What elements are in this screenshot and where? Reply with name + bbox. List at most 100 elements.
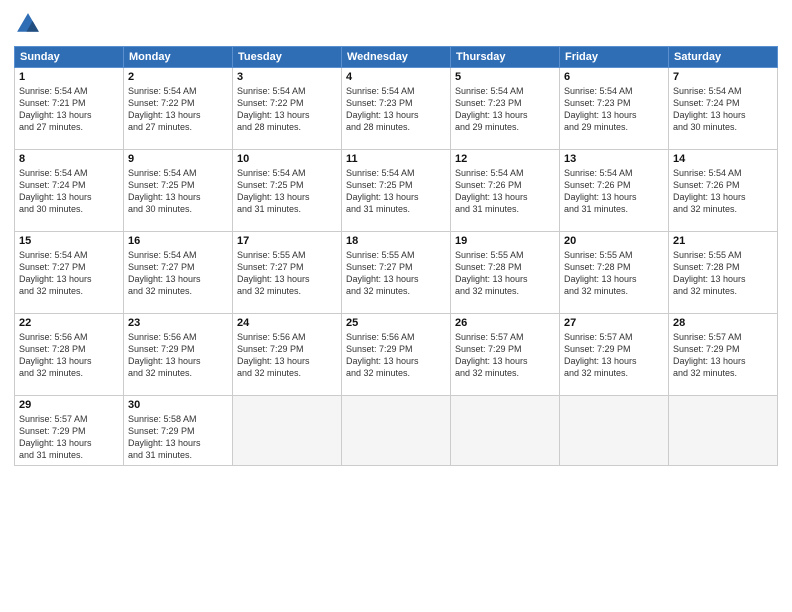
calendar-cell: 22 Sunrise: 5:56 AMSunset: 7:28 PMDayligh… (15, 314, 124, 396)
calendar-cell: 10Sunrise: 5:54 AMSunset: 7:25 PMDayligh… (233, 150, 342, 232)
day-number: 17 (237, 235, 337, 247)
cell-info: Sunrise: 5:54 AMSunset: 7:25 PMDaylight:… (237, 167, 337, 216)
calendar-cell: 24Sunrise: 5:56 AMSunset: 7:29 PMDayligh… (233, 314, 342, 396)
calendar-cell: 8 Sunrise: 5:54 AMSunset: 7:24 PMDaylight… (15, 150, 124, 232)
cell-info: Sunrise: 5:54 AMSunset: 7:26 PMDaylight:… (455, 167, 555, 216)
page: SundayMondayTuesdayWednesdayThursdayFrid… (0, 0, 792, 612)
cell-info: Sunrise: 5:55 AMSunset: 7:28 PMDaylight:… (673, 249, 773, 298)
day-number: 29 (19, 399, 119, 411)
cell-info: Sunrise: 5:55 AMSunset: 7:27 PMDaylight:… (346, 249, 446, 298)
calendar-cell: 6 Sunrise: 5:54 AMSunset: 7:23 PMDaylight… (560, 68, 669, 150)
calendar-cell (560, 396, 669, 466)
calendar-cell (342, 396, 451, 466)
day-number: 14 (673, 153, 773, 165)
cell-info: Sunrise: 5:54 AMSunset: 7:23 PMDaylight:… (455, 85, 555, 134)
cell-info: Sunrise: 5:54 AMSunset: 7:25 PMDaylight:… (128, 167, 228, 216)
calendar-cell: 4Sunrise: 5:54 AMSunset: 7:23 PMDaylight… (342, 68, 451, 150)
day-number: 20 (564, 235, 664, 247)
day-number: 12 (455, 153, 555, 165)
calendar-cell: 1 Sunrise: 5:54 AMSunset: 7:21 PMDaylight… (15, 68, 124, 150)
calendar-week-4: 22 Sunrise: 5:56 AMSunset: 7:28 PMDayligh… (15, 314, 778, 396)
cell-info: Sunrise: 5:56 AMSunset: 7:29 PMDaylight:… (346, 331, 446, 380)
col-header-monday: Monday (124, 47, 233, 68)
logo-icon (14, 10, 42, 38)
cell-info: Sunrise: 5:54 AMSunset: 7:23 PMDaylight:… (564, 85, 664, 134)
calendar-cell: 27 Sunrise: 5:57 AMSunset: 7:29 PMDayligh… (560, 314, 669, 396)
col-header-sunday: Sunday (15, 47, 124, 68)
cell-info: Sunrise: 5:57 AMSunset: 7:29 PMDaylight:… (564, 331, 664, 380)
cell-info: Sunrise: 5:54 AMSunset: 7:26 PMDaylight:… (564, 167, 664, 216)
day-number: 7 (673, 71, 773, 83)
cell-info: Sunrise: 5:58 AMSunset: 7:29 PMDaylight:… (128, 413, 228, 462)
calendar-cell: 30 Sunrise: 5:58 AMSunset: 7:29 PMDayligh… (124, 396, 233, 466)
calendar-cell: 7Sunrise: 5:54 AMSunset: 7:24 PMDaylight… (669, 68, 778, 150)
calendar-cell: 26 Sunrise: 5:57 AMSunset: 7:29 PMDayligh… (451, 314, 560, 396)
day-number: 2 (128, 71, 228, 83)
day-number: 19 (455, 235, 555, 247)
day-number: 21 (673, 235, 773, 247)
col-header-tuesday: Tuesday (233, 47, 342, 68)
calendar-cell: 11 Sunrise: 5:54 AMSunset: 7:25 PMDayligh… (342, 150, 451, 232)
calendar-cell: 19Sunrise: 5:55 AMSunset: 7:28 PMDayligh… (451, 232, 560, 314)
calendar-cell: 21 Sunrise: 5:55 AMSunset: 7:28 PMDayligh… (669, 232, 778, 314)
day-number: 28 (673, 317, 773, 329)
calendar-cell (669, 396, 778, 466)
col-header-wednesday: Wednesday (342, 47, 451, 68)
cell-info: Sunrise: 5:54 AMSunset: 7:24 PMDaylight:… (19, 167, 119, 216)
calendar-cell: 25Sunrise: 5:56 AMSunset: 7:29 PMDayligh… (342, 314, 451, 396)
cell-info: Sunrise: 5:57 AMSunset: 7:29 PMDaylight:… (673, 331, 773, 380)
cell-info: Sunrise: 5:54 AMSunset: 7:21 PMDaylight:… (19, 85, 119, 134)
day-number: 5 (455, 71, 555, 83)
col-header-friday: Friday (560, 47, 669, 68)
day-number: 13 (564, 153, 664, 165)
day-number: 3 (237, 71, 337, 83)
day-number: 30 (128, 399, 228, 411)
day-number: 6 (564, 71, 664, 83)
calendar-cell: 2 Sunrise: 5:54 AMSunset: 7:22 PMDaylight… (124, 68, 233, 150)
cell-info: Sunrise: 5:54 AMSunset: 7:27 PMDaylight:… (19, 249, 119, 298)
day-number: 23 (128, 317, 228, 329)
calendar-cell: 13 Sunrise: 5:54 AMSunset: 7:26 PMDayligh… (560, 150, 669, 232)
cell-info: Sunrise: 5:54 AMSunset: 7:27 PMDaylight:… (128, 249, 228, 298)
calendar-header-row: SundayMondayTuesdayWednesdayThursdayFrid… (15, 47, 778, 68)
calendar-cell: 9 Sunrise: 5:54 AMSunset: 7:25 PMDaylight… (124, 150, 233, 232)
calendar-cell: 23 Sunrise: 5:56 AMSunset: 7:29 PMDayligh… (124, 314, 233, 396)
cell-info: Sunrise: 5:56 AMSunset: 7:29 PMDaylight:… (128, 331, 228, 380)
calendar-cell: 29 Sunrise: 5:57 AMSunset: 7:29 PMDayligh… (15, 396, 124, 466)
cell-info: Sunrise: 5:57 AMSunset: 7:29 PMDaylight:… (455, 331, 555, 380)
day-number: 11 (346, 153, 446, 165)
day-number: 26 (455, 317, 555, 329)
col-header-saturday: Saturday (669, 47, 778, 68)
cell-info: Sunrise: 5:57 AMSunset: 7:29 PMDaylight:… (19, 413, 119, 462)
calendar-week-5: 29 Sunrise: 5:57 AMSunset: 7:29 PMDayligh… (15, 396, 778, 466)
day-number: 8 (19, 153, 119, 165)
day-number: 9 (128, 153, 228, 165)
day-number: 4 (346, 71, 446, 83)
cell-info: Sunrise: 5:54 AMSunset: 7:26 PMDaylight:… (673, 167, 773, 216)
calendar-cell: 14 Sunrise: 5:54 AMSunset: 7:26 PMDayligh… (669, 150, 778, 232)
cell-info: Sunrise: 5:54 AMSunset: 7:22 PMDaylight:… (237, 85, 337, 134)
cell-info: Sunrise: 5:54 AMSunset: 7:25 PMDaylight:… (346, 167, 446, 216)
calendar-week-3: 15Sunrise: 5:54 AMSunset: 7:27 PMDayligh… (15, 232, 778, 314)
calendar-week-1: 1 Sunrise: 5:54 AMSunset: 7:21 PMDaylight… (15, 68, 778, 150)
calendar-cell: 28 Sunrise: 5:57 AMSunset: 7:29 PMDayligh… (669, 314, 778, 396)
calendar-cell: 3 Sunrise: 5:54 AMSunset: 7:22 PMDaylight… (233, 68, 342, 150)
logo (14, 10, 46, 38)
cell-info: Sunrise: 5:54 AMSunset: 7:22 PMDaylight:… (128, 85, 228, 134)
day-number: 16 (128, 235, 228, 247)
calendar-cell (451, 396, 560, 466)
day-number: 27 (564, 317, 664, 329)
calendar-cell: 17 Sunrise: 5:55 AMSunset: 7:27 PMDayligh… (233, 232, 342, 314)
calendar-table: SundayMondayTuesdayWednesdayThursdayFrid… (14, 46, 778, 466)
calendar-cell: 18 Sunrise: 5:55 AMSunset: 7:27 PMDayligh… (342, 232, 451, 314)
day-number: 1 (19, 71, 119, 83)
col-header-thursday: Thursday (451, 47, 560, 68)
calendar-cell (233, 396, 342, 466)
day-number: 18 (346, 235, 446, 247)
calendar-week-2: 8 Sunrise: 5:54 AMSunset: 7:24 PMDaylight… (15, 150, 778, 232)
cell-info: Sunrise: 5:55 AMSunset: 7:27 PMDaylight:… (237, 249, 337, 298)
cell-info: Sunrise: 5:56 AMSunset: 7:28 PMDaylight:… (19, 331, 119, 380)
calendar-cell: 16 Sunrise: 5:54 AMSunset: 7:27 PMDayligh… (124, 232, 233, 314)
day-number: 22 (19, 317, 119, 329)
calendar-cell: 12 Sunrise: 5:54 AMSunset: 7:26 PMDayligh… (451, 150, 560, 232)
